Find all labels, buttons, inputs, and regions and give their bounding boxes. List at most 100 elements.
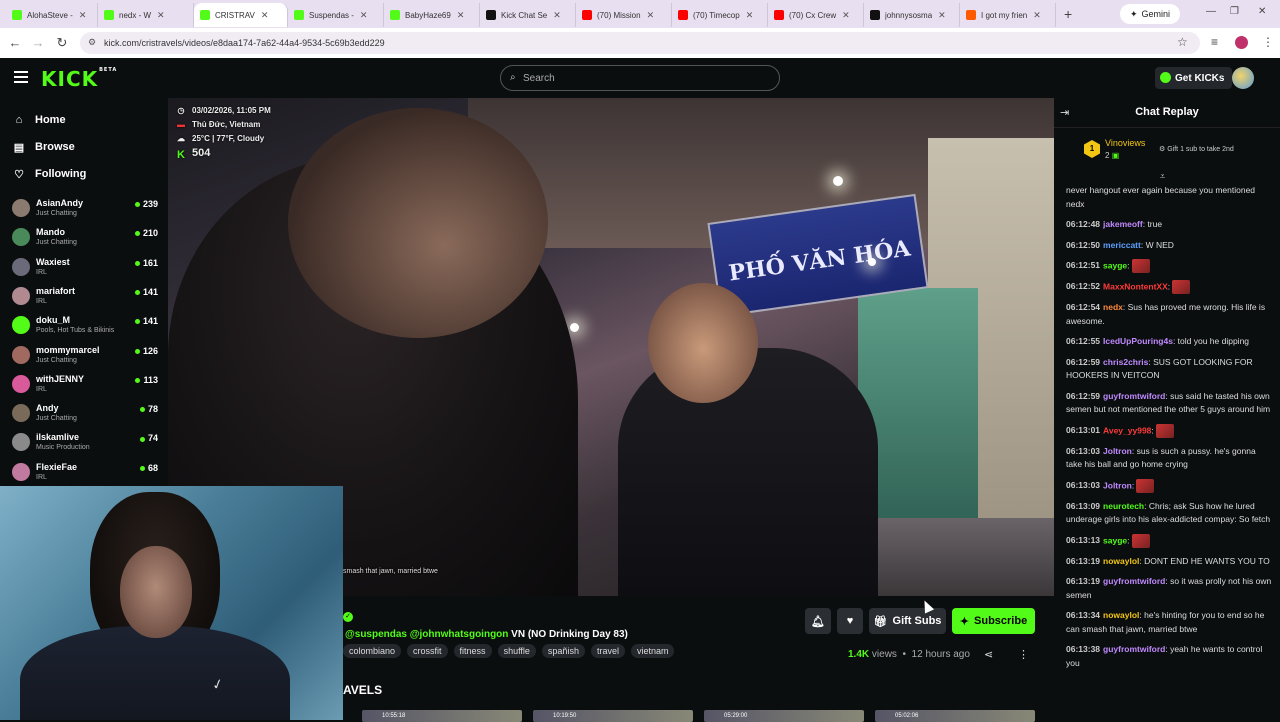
message-username[interactable]: sayge: [1103, 260, 1127, 270]
search-input[interactable]: ⌕ Search: [500, 65, 780, 91]
message-username[interactable]: neurotech: [1103, 501, 1144, 511]
browser-tab[interactable]: I got my frien ✕: [960, 3, 1056, 27]
nav-browse[interactable]: ▤ Browse: [12, 137, 75, 157]
profile-avatar[interactable]: [1235, 36, 1248, 49]
kick-logo[interactable]: KICKBETA: [41, 67, 117, 91]
message-username[interactable]: nowaylol: [1103, 556, 1139, 566]
message-username[interactable]: IcedUpPouring4s: [1103, 336, 1173, 346]
viewer-count-value: 239: [142, 199, 158, 209]
message-username[interactable]: nedx: [1103, 302, 1123, 312]
tab-close-icon[interactable]: ✕: [1033, 10, 1041, 21]
tab-close-icon[interactable]: ✕: [157, 10, 165, 21]
gift-subs-button[interactable]: 🎁︎ Gift Subs: [869, 608, 946, 634]
tag-chip[interactable]: crossfit: [407, 644, 448, 658]
video-thumbnail[interactable]: 05:02:06: [875, 710, 1035, 722]
tag-chip[interactable]: colombiano: [343, 644, 402, 658]
message-username[interactable]: guyfromtwiford: [1103, 391, 1165, 401]
sidebar-channel[interactable]: FlexieFae IRL 68: [12, 460, 162, 488]
message-username[interactable]: MaxxNontentXX: [1103, 281, 1168, 291]
url-field[interactable]: ⚙ kick.com/cristravels/videos/e8daa174-7…: [80, 32, 1200, 54]
gemini-button[interactable]: ✦ Gemini: [1120, 4, 1181, 24]
minimize-icon[interactable]: —: [1206, 6, 1216, 17]
browser-tab[interactable]: BabyHaze69 ✕: [384, 3, 480, 27]
forward-icon[interactable]: →: [27, 35, 49, 50]
reload-icon[interactable]: ↻: [51, 35, 73, 51]
sidebar-channel[interactable]: Waxiest IRL 161: [12, 255, 162, 283]
browser-tab[interactable]: (70) Mission ✕: [576, 3, 672, 27]
browser-tab[interactable]: AlohaSteve - ✕: [6, 3, 98, 27]
browser-menu-icon[interactable]: ⋮: [1262, 35, 1274, 49]
sidebar-channel[interactable]: mommymarcel Just Chatting 126: [12, 343, 162, 371]
restore-icon[interactable]: ❐: [1230, 6, 1239, 17]
tab-close-icon[interactable]: ✕: [647, 10, 655, 21]
message-username[interactable]: mericcatt: [1103, 240, 1141, 250]
browser-tab[interactable]: (70) Cx Crew ✕: [768, 3, 864, 27]
browser-tab[interactable]: Kick Chat Se ✕: [480, 3, 576, 27]
user-avatar[interactable]: [1232, 67, 1254, 89]
browser-tab[interactable]: nedx - W ✕: [98, 3, 194, 27]
browser-tab[interactable]: Suspendas - ✕: [288, 3, 384, 27]
sidebar-channel[interactable]: mariafort IRL 141: [12, 284, 162, 312]
tag-chip[interactable]: travel: [590, 644, 625, 658]
sidebar-channel[interactable]: doku_M Pools, Hot Tubs & Bikinis 141: [12, 313, 162, 341]
tag-chip[interactable]: spañish: [541, 644, 585, 658]
tab-close-icon[interactable]: ✕: [457, 10, 465, 21]
tab-close-icon[interactable]: ✕: [261, 10, 269, 21]
tab-label: I got my frien: [981, 10, 1028, 20]
message-username[interactable]: nowaylol: [1103, 610, 1139, 620]
message-username[interactable]: sayge: [1103, 535, 1127, 545]
sidebar-channel[interactable]: Mando Just Chatting 210: [12, 225, 162, 253]
tag-chip[interactable]: fitness: [453, 644, 492, 658]
viewer-count-value: 74: [147, 433, 158, 444]
pinned-gifter[interactable]: 1 Vinoviews 2 ▣ ⚙ Gift 1 sub to take 2nd: [1054, 130, 1280, 168]
nav-home[interactable]: ⌂ Home: [12, 110, 66, 130]
site-info-icon[interactable]: ⚙: [88, 37, 98, 47]
message-username[interactable]: guyfromtwiford: [1103, 644, 1165, 654]
tag-chip[interactable]: vietnam: [630, 644, 675, 658]
extensions-icon[interactable]: ≡: [1211, 35, 1218, 49]
browser-tab[interactable]: CRISTRAV ✕: [194, 3, 288, 27]
message-username[interactable]: chris2chris: [1103, 357, 1148, 367]
video-thumbnail[interactable]: 05:29:00: [704, 710, 864, 722]
channel-category: IRL: [36, 473, 47, 481]
more-options-icon[interactable]: ⋮: [1018, 648, 1029, 661]
notification-bell-button[interactable]: 🔔︎: [805, 608, 831, 634]
chat-message: 06:12:50 mericcatt: W NED: [1066, 239, 1272, 253]
scroll-down-icon[interactable]: ⩡: [1160, 171, 1165, 182]
message-username[interactable]: Joltron: [1103, 480, 1132, 490]
new-tab-icon[interactable]: +: [1064, 6, 1072, 22]
message-username[interactable]: guyfromtwiford: [1103, 576, 1165, 586]
menu-icon[interactable]: [14, 71, 28, 83]
title-mentions[interactable]: @suspendas @johnwhatsgoingon: [345, 629, 508, 640]
sidebar-channel[interactable]: withJENNY IRL 113: [12, 372, 162, 400]
sidebar-channel[interactable]: AsianAndy Just Chatting 239: [12, 196, 162, 224]
message-text: : DONT END HE WANTS YOU TO: [1139, 555, 1270, 566]
video-thumbnail[interactable]: 10:19:50: [533, 710, 693, 722]
message-username[interactable]: Joltron: [1103, 446, 1132, 456]
back-icon[interactable]: ←: [4, 35, 26, 50]
tab-close-icon[interactable]: ✕: [746, 10, 754, 21]
share-icon[interactable]: ⋖: [984, 648, 993, 661]
tab-close-icon[interactable]: ✕: [938, 10, 946, 21]
bookmark-star-icon[interactable]: ☆: [1177, 35, 1188, 49]
tab-label: nedx - W: [119, 10, 152, 20]
tab-close-icon[interactable]: ✕: [842, 10, 850, 21]
live-dot-icon: [135, 377, 141, 383]
video-thumbnail[interactable]: 10:55:18: [362, 710, 522, 722]
browser-tab[interactable]: (70) Timecop ✕: [672, 3, 768, 27]
message-username[interactable]: jakemeoff: [1103, 219, 1143, 229]
sidebar-channel[interactable]: ilskamlive Music Production 74: [12, 430, 162, 458]
close-window-icon[interactable]: ✕: [1258, 6, 1266, 17]
tab-close-icon[interactable]: ✕: [553, 10, 561, 21]
video-meta: 1.4K views • 12 hours ago: [848, 649, 970, 660]
message-username[interactable]: Avey_yy998: [1103, 425, 1151, 435]
tab-close-icon[interactable]: ✕: [360, 10, 368, 21]
sidebar-channel[interactable]: Andy Just Chatting 78: [12, 401, 162, 429]
browser-tab[interactable]: johnnysosma ✕: [864, 3, 960, 27]
subscribe-button[interactable]: ✦ Subscribe: [952, 608, 1035, 634]
tag-chip[interactable]: shuffle: [497, 644, 536, 658]
nav-following[interactable]: ♡ Following: [12, 164, 86, 184]
tab-close-icon[interactable]: ✕: [79, 10, 87, 21]
follow-heart-button[interactable]: ♥: [837, 608, 863, 634]
get-kicks-button[interactable]: Get KICKs: [1155, 67, 1233, 89]
